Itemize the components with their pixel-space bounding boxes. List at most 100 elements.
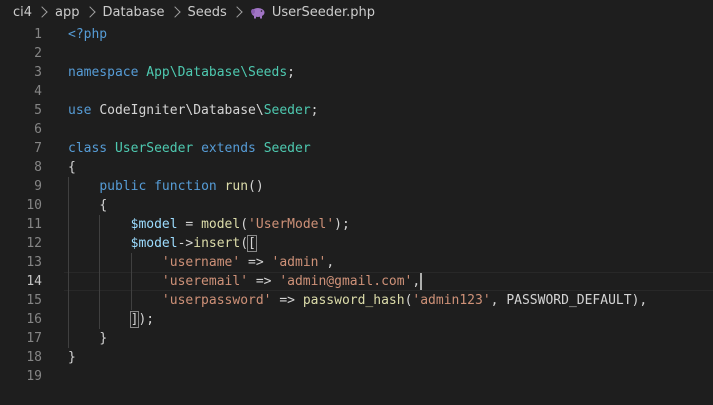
- code-token: (: [240, 217, 249, 232]
- chevron-right-icon: [36, 6, 48, 18]
- code-token: );: [138, 312, 155, 327]
- code-line[interactable]: 2: [0, 44, 713, 63]
- code-token: (: [240, 236, 249, 251]
- breadcrumb-item-file[interactable]: UserSeeder.php: [272, 5, 375, 20]
- code-token: extends: [201, 141, 256, 156]
- code-token: run: [224, 179, 249, 194]
- code-text: public function run(): [68, 177, 263, 196]
- line-number: 3: [34, 65, 42, 80]
- line-number: 5: [34, 103, 42, 118]
- line-number: 19: [26, 369, 42, 384]
- code-text: ]);: [68, 310, 154, 329]
- code-token: Seeder: [263, 103, 311, 118]
- code-line[interactable]: 12 $model->insert([: [0, 234, 713, 253]
- code-line[interactable]: 9 public function run(): [0, 177, 713, 196]
- code-editor-window: ci4 app Database Seeds UserSeeder.php 1 <…: [0, 0, 713, 405]
- code-token: );: [334, 217, 350, 232]
- code-token: use: [68, 103, 92, 118]
- code-text: $model = model('UserModel');: [68, 215, 350, 234]
- code-line[interactable]: 6: [0, 120, 713, 139]
- code-line[interactable]: 10 {: [0, 196, 713, 215]
- line-number: 2: [34, 46, 42, 61]
- code-line[interactable]: 1 <?php: [0, 25, 713, 44]
- matched-bracket: [: [247, 235, 257, 252]
- code-line[interactable]: 16 ]);: [0, 310, 713, 329]
- code-line[interactable]: 17 }: [0, 329, 713, 348]
- chevron-right-icon: [231, 6, 243, 18]
- code-token: ->: [177, 236, 194, 251]
- code-token: 'userpassword': [161, 293, 272, 308]
- code-editor[interactable]: 1 <?php 2 3 namespace App\Database\Seeds; 4 5 u…: [0, 24, 713, 405]
- breadcrumb-item-ci4[interactable]: ci4: [13, 5, 32, 20]
- code-line[interactable]: 14 'useremail' => 'admin@gmail.com',: [0, 272, 713, 291]
- code-line[interactable]: 8{: [0, 158, 713, 177]
- code-text: }: [68, 329, 107, 348]
- breadcrumb-item-seeds[interactable]: Seeds: [188, 5, 227, 20]
- code-token: ;: [287, 65, 295, 80]
- php-elephant-icon: [250, 7, 266, 19]
- code-token: model: [201, 217, 241, 232]
- line-number: 14: [26, 274, 42, 289]
- code-line[interactable]: 7 class UserSeeder extends Seeder: [0, 139, 713, 158]
- code-token: ,: [412, 274, 421, 289]
- code-token: namespace: [68, 65, 139, 80]
- code-line[interactable]: 15 'userpassword' => password_hash('admi…: [0, 291, 713, 310]
- code-token: {: [68, 160, 76, 175]
- code-token: 'admin123': [412, 293, 491, 308]
- line-number: 17: [26, 331, 42, 346]
- code-token: insert: [193, 236, 241, 251]
- code-line[interactable]: 5 use CodeIgniter\Database\Seeder;: [0, 101, 713, 120]
- code-line[interactable]: 3 namespace App\Database\Seeds;: [0, 63, 713, 82]
- code-token: <?php: [68, 27, 108, 42]
- code-token: =>: [248, 274, 280, 289]
- line-number: 16: [26, 312, 42, 327]
- code-text: use CodeIgniter\Database\Seeder;: [68, 101, 318, 120]
- code-token: =>: [271, 293, 303, 308]
- code-line[interactable]: 13 'username' => 'admin',: [0, 253, 713, 272]
- code-token: 'admin': [271, 255, 327, 270]
- line-number: 11: [26, 217, 42, 232]
- line-number: 10: [26, 198, 42, 213]
- line-number: 8: [34, 160, 42, 175]
- code-token: public: [99, 179, 147, 194]
- code-line[interactable]: 18}: [0, 348, 713, 367]
- code-token: ,: [490, 293, 507, 308]
- code-line[interactable]: 19: [0, 367, 713, 386]
- code-token: 'username': [161, 255, 241, 270]
- code-token: 'useremail': [161, 274, 249, 289]
- chevron-right-icon: [83, 6, 96, 18]
- code-token: ;: [310, 103, 319, 118]
- code-token: class: [68, 141, 108, 156]
- breadcrumb: ci4 app Database Seeds UserSeeder.php: [0, 0, 713, 24]
- code-line[interactable]: 11 $model = model('UserModel');: [0, 215, 713, 234]
- line-number: 4: [34, 84, 42, 99]
- text-cursor: [420, 273, 423, 290]
- code-token: {: [99, 198, 108, 213]
- code-token: 'admin@gmail.com': [279, 274, 413, 289]
- breadcrumb-item-database[interactable]: Database: [103, 5, 165, 20]
- line-number: 15: [26, 293, 42, 308]
- code-line[interactable]: 4: [0, 82, 713, 101]
- code-token: Seeder: [263, 141, 311, 156]
- breadcrumb-item-app[interactable]: app: [55, 5, 79, 20]
- code-token: App\Database\Seeds: [146, 65, 288, 80]
- line-number: 7: [34, 141, 42, 156]
- code-token: UserSeeder: [114, 141, 194, 156]
- code-text: $model->insert([: [68, 234, 257, 253]
- code-token: =>: [240, 255, 272, 270]
- code-text: <?php: [68, 25, 107, 44]
- code-text: namespace App\Database\Seeds;: [68, 63, 295, 82]
- line-number: 1: [34, 27, 42, 42]
- code-text: 'userpassword' => password_hash('admin12…: [68, 291, 647, 310]
- code-text: 'username' => 'admin',: [68, 253, 334, 272]
